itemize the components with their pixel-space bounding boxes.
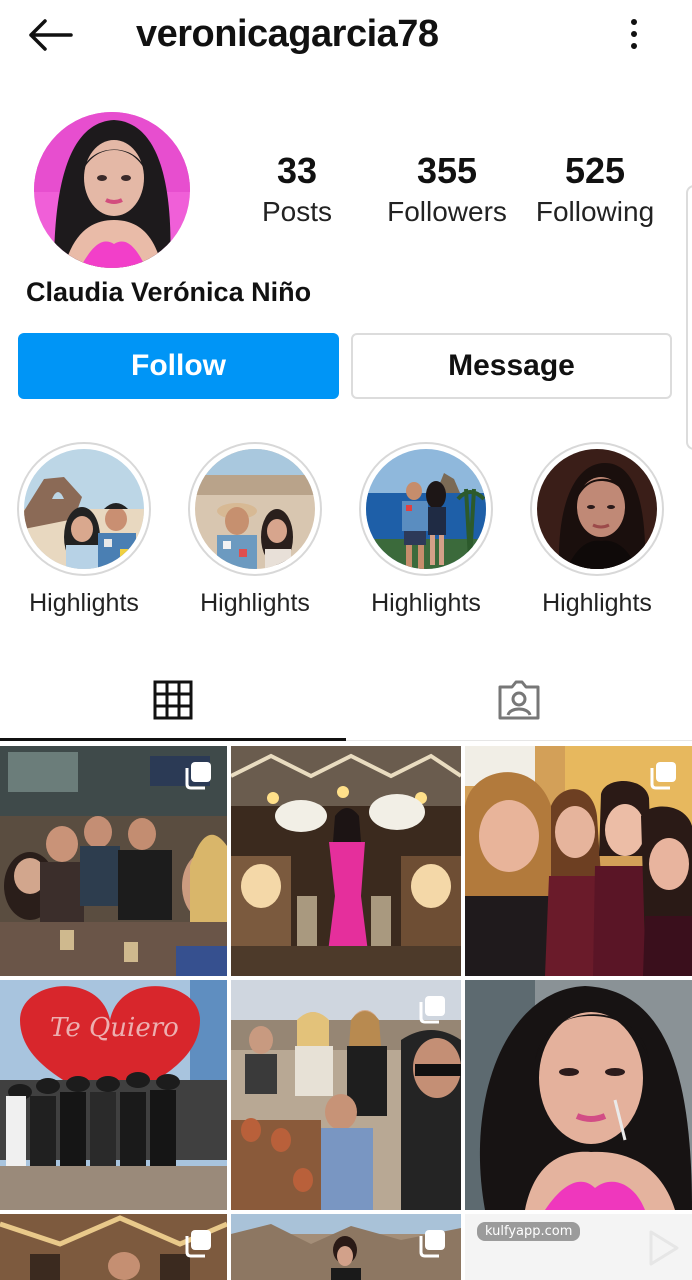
post-thumbnail[interactable] [231,980,461,1210]
highlight-cover [195,449,315,569]
post-thumbnail[interactable] [465,746,692,976]
message-button[interactable]: Message [351,333,672,399]
post-thumbnail[interactable]: Te Quiero [0,980,227,1210]
highlight-ring [359,442,493,576]
multiple-photos-icon [419,996,445,1024]
post-thumbnail[interactable] [0,746,227,976]
followers-count: 355 [416,150,478,191]
more-options-button[interactable] [612,12,656,56]
profile-stats: 33 Posts 355 Followers 525 Following [230,150,680,240]
following-label: Following [535,196,655,227]
post-thumbnail[interactable] [465,980,692,1210]
highlight-label: Highlights [29,589,139,617]
posts-label: Posts [261,196,333,227]
posts-grid: Te Quiero kulfyapp.com [0,746,692,1280]
highlight-ring [17,442,151,576]
post-thumbnail[interactable] [0,1214,227,1280]
more-dot [631,43,637,49]
active-tab-indicator [0,738,346,741]
profile-avatar[interactable] [34,112,190,268]
play-icon [649,1230,679,1266]
scrollbar-edge [686,185,692,450]
highlight-ring [188,442,322,576]
multiple-photos-icon [185,762,211,790]
tab-divider [346,740,692,741]
highlight-cover [24,449,144,569]
highlight-item[interactable]: Highlights [530,442,664,618]
tab-tagged[interactable] [346,660,692,740]
highlight-item[interactable]: Highlights [359,442,493,618]
following-count: 525 [564,150,626,191]
profile-username: veronicagarcia78 [136,13,439,55]
svg-text:Te Quiero: Te Quiero [50,1013,179,1043]
followers-label: Followers [387,196,507,227]
watermark-badge: kulfyapp.com [477,1222,581,1241]
highlight-item[interactable]: Highlights [17,442,151,618]
highlight-item[interactable]: Highlights [188,442,322,618]
multiple-photos-icon [185,1230,211,1258]
posts-count: 33 [276,150,318,191]
follow-button[interactable]: Follow [18,333,339,399]
more-dot [631,31,637,37]
display-name: Claudia Verónica Niño [26,277,312,307]
post-thumbnail[interactable]: kulfyapp.com [465,1214,692,1280]
top-bar: veronicagarcia78 [0,0,692,70]
grid-icon [153,680,193,720]
highlight-cover [366,449,486,569]
highlight-label: Highlights [371,589,481,617]
back-button[interactable] [22,12,78,58]
more-vertical-icon [631,19,637,25]
multiple-photos-icon [650,762,676,790]
followers-stat[interactable]: 355 Followers [372,150,522,230]
posts-stat[interactable]: 33 Posts [222,150,372,230]
highlight-cover [537,449,657,569]
tagged-user-icon [498,680,540,720]
following-stat[interactable]: 525 Following [520,150,670,230]
highlight-ring [530,442,664,576]
highlight-label: Highlights [200,589,310,617]
post-thumbnail[interactable] [231,746,461,976]
arrow-left-icon [29,19,73,51]
tab-posts-grid[interactable] [0,660,346,740]
post-thumbnail[interactable] [231,1214,461,1280]
multiple-photos-icon [419,1230,445,1258]
profile-tabs [0,660,692,742]
highlight-label: Highlights [542,589,652,617]
